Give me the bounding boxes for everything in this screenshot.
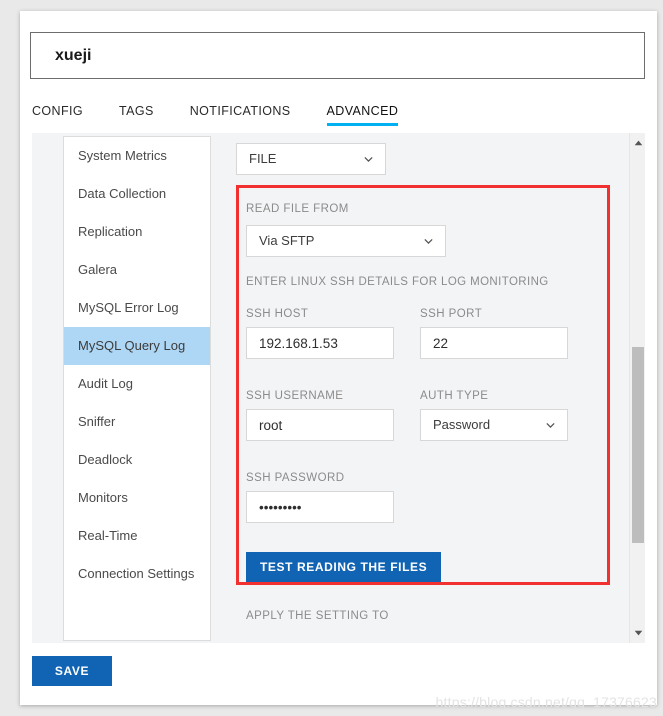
sidebar-item-replication[interactable]: Replication	[64, 213, 210, 251]
sidebar-item-mysql-query-log[interactable]: MySQL Query Log	[64, 327, 210, 365]
sidebar-item-real-time[interactable]: Real-Time	[64, 517, 210, 555]
ssh-password-group: SSH PASSWORD	[246, 472, 394, 523]
ssh-password-input[interactable]	[246, 491, 394, 523]
ssh-host-port-row: SSH HOST SSH PORT	[246, 308, 568, 359]
auth-type-label: AUTH TYPE	[420, 390, 489, 402]
ssh-port-label: SSH PORT	[420, 308, 483, 320]
ssh-username-input[interactable]	[246, 409, 394, 441]
auth-type-value: Password	[433, 417, 491, 432]
sidebar-item-sniffer[interactable]: Sniffer	[64, 403, 210, 441]
ssh-user-auth-row: SSH USERNAME AUTH TYPE Password	[246, 390, 568, 441]
read-file-from-value: Via SFTP	[259, 233, 315, 248]
chevron-down-icon	[424, 238, 433, 245]
log-source-select[interactable]: FILE	[236, 143, 386, 175]
read-file-from-label: READ FILE FROM	[246, 203, 349, 215]
sidebar-item-mysql-error-log[interactable]: MySQL Error Log	[64, 289, 210, 327]
sidebar-item-audit-log[interactable]: Audit Log	[64, 365, 210, 403]
scroll-down-arrow-icon[interactable]	[630, 625, 645, 641]
ssh-host-label: SSH HOST	[246, 308, 309, 320]
instance-name-input[interactable]	[30, 32, 645, 79]
tab-tags[interactable]: TAGS	[119, 104, 154, 126]
ssh-username-label: SSH USERNAME	[246, 390, 344, 402]
advanced-sidebar: System Metrics Data Collection Replicati…	[63, 136, 211, 641]
screenshot-root: CONFIG TAGS NOTIFICATIONS ADVANCED Syste…	[0, 0, 663, 716]
sidebar-item-galera[interactable]: Galera	[64, 251, 210, 289]
ssh-host-group: SSH HOST	[246, 308, 394, 359]
tab-advanced[interactable]: ADVANCED	[326, 104, 399, 126]
ssh-details-note: ENTER LINUX SSH DETAILS FOR LOG MONITORI…	[246, 276, 549, 288]
log-source-value: FILE	[249, 151, 277, 166]
sidebar-item-connection-settings[interactable]: Connection Settings	[64, 555, 210, 593]
tab-notifications[interactable]: NOTIFICATIONS	[190, 104, 291, 126]
sidebar-item-system-metrics[interactable]: System Metrics	[64, 137, 210, 175]
ssh-host-input[interactable]	[246, 327, 394, 359]
save-button[interactable]: SAVE	[32, 656, 112, 686]
test-reading-files-button[interactable]: TEST READING THE FILES	[246, 552, 442, 582]
ssh-password-label: SSH PASSWORD	[246, 472, 345, 484]
apply-setting-to-input[interactable]	[246, 630, 526, 643]
sidebar-item-deadlock[interactable]: Deadlock	[64, 441, 210, 479]
scrollbar-thumb[interactable]	[632, 347, 644, 543]
apply-setting-to-label: APPLY THE SETTING TO	[246, 610, 389, 622]
chevron-down-icon	[364, 156, 373, 163]
settings-scroll-area: FILE READ FILE FROM Via SFTP ENTER LINUX…	[222, 133, 645, 643]
settings-card: CONFIG TAGS NOTIFICATIONS ADVANCED Syste…	[20, 11, 657, 710]
settings-scrollbar[interactable]	[629, 133, 645, 643]
ssh-port-group: SSH PORT	[420, 308, 568, 359]
advanced-panel: System Metrics Data Collection Replicati…	[32, 133, 645, 643]
sidebar-item-monitors[interactable]: Monitors	[64, 479, 210, 517]
ssh-username-group: SSH USERNAME	[246, 390, 394, 441]
scroll-up-arrow-icon[interactable]	[630, 135, 645, 151]
watermark-text: https://blog.csdn.net/qq_17376623	[435, 694, 657, 710]
auth-type-select[interactable]: Password	[420, 409, 568, 441]
tab-bar: CONFIG TAGS NOTIFICATIONS ADVANCED	[32, 104, 399, 132]
auth-type-group: AUTH TYPE Password	[420, 390, 568, 441]
tab-config[interactable]: CONFIG	[32, 104, 83, 126]
ssh-port-input[interactable]	[420, 327, 568, 359]
read-file-from-select[interactable]: Via SFTP	[246, 225, 446, 257]
chevron-down-icon	[546, 422, 555, 429]
sidebar-item-data-collection[interactable]: Data Collection	[64, 175, 210, 213]
